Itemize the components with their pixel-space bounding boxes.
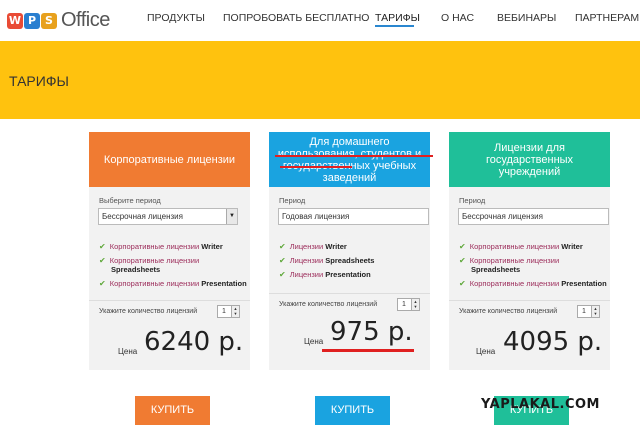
price-value: 6240 р. — [144, 327, 244, 357]
quantity-row: Укажите количество лицензий 1 ▲ ▼ — [89, 300, 250, 318]
buy-button-home[interactable]: КУПИТЬ — [315, 396, 390, 425]
period-label: Выберите период — [99, 196, 161, 205]
page-title: ТАРИФЫ — [9, 73, 69, 89]
quantity-stepper[interactable]: 1 ▲ ▼ — [577, 305, 600, 318]
spinner-icon: ▲ ▼ — [591, 306, 599, 317]
price-value: 4095 р. — [503, 327, 603, 357]
feature-item: ✔ Корпоративные лицензии Presentation — [99, 279, 247, 288]
quantity-row: Укажите количество лицензий 1 ▲ ▼ — [449, 300, 610, 318]
plan-card-header: Лицензии для государственных учреждений — [449, 132, 610, 187]
price-label: Цена — [304, 337, 324, 346]
watermark-text: YAPLAKAL.COM — [481, 397, 600, 412]
red-annotation-line — [280, 166, 352, 168]
red-annotation-line — [275, 155, 433, 157]
red-annotation-line — [322, 349, 414, 352]
feature-item: ✔ Корпоративные лицензии Writer — [99, 242, 223, 251]
feature-item: ✔ Корпоративные лицензии Spreadsheets — [99, 256, 200, 274]
check-icon: ✔ — [279, 270, 286, 279]
price-label: Цена — [476, 347, 496, 356]
nav-pricing[interactable]: ТАРИФЫ — [375, 12, 420, 24]
check-icon: ✔ — [279, 242, 286, 251]
nav-partners[interactable]: ПАРТНЕРАМ — [575, 12, 639, 24]
nav-about[interactable]: О НАС — [441, 12, 474, 24]
quantity-label: Укажите количество лицензий — [459, 308, 558, 315]
check-icon: ✔ — [279, 256, 286, 265]
nav-try-free[interactable]: ПОПРОБОВАТЬ БЕСПЛАТНО — [223, 12, 369, 24]
nav-products[interactable]: ПРОДУКТЫ — [147, 12, 205, 24]
check-icon: ✔ — [99, 256, 106, 265]
active-nav-underline — [375, 25, 414, 27]
period-select[interactable]: Бессрочная лицензия ▼ — [98, 208, 238, 225]
period-select[interactable]: Бессрочная лицензия — [458, 208, 609, 225]
price-value: 975 р. — [330, 317, 413, 347]
plan-card-header: Корпоративные лицензии — [89, 132, 250, 187]
quantity-label: Укажите количество лицензий — [279, 301, 378, 308]
plan-card-header: Для домашнего использования, студентов и… — [269, 132, 430, 187]
quantity-label: Укажите количество лицензий — [99, 308, 198, 315]
feature-item: ✔ Лицензии Writer — [279, 242, 347, 251]
check-icon: ✔ — [459, 242, 466, 251]
top-bar: W P S Office ПРОДУКТЫ ПОПРОБОВАТЬ БЕСПЛА… — [0, 0, 640, 41]
check-icon: ✔ — [459, 279, 466, 288]
buy-button-corporate[interactable]: КУПИТЬ — [135, 396, 210, 425]
feature-item: ✔ Корпоративные лицензии Spreadsheets — [459, 256, 560, 274]
feature-item: ✔ Корпоративные лицензии Writer — [459, 242, 583, 251]
nav-webinars[interactable]: ВЕБИНАРЫ — [497, 12, 556, 24]
spinner-icon: ▲ ▼ — [411, 299, 419, 310]
plan-card-government: Лицензии для государственных учреждений … — [449, 132, 610, 370]
feature-item: ✔ Корпоративные лицензии Presentation — [459, 279, 607, 288]
period-label: Период — [459, 196, 486, 205]
page-banner: ТАРИФЫ — [0, 41, 640, 119]
check-icon: ✔ — [459, 256, 466, 265]
main-nav: ПРОДУКТЫ ПОПРОБОВАТЬ БЕСПЛАТНО ТАРИФЫ О … — [0, 12, 640, 32]
quantity-stepper[interactable]: 1 ▲ ▼ — [397, 298, 420, 311]
spinner-icon: ▲ ▼ — [231, 306, 239, 317]
feature-item: ✔ Лицензии Presentation — [279, 270, 371, 279]
feature-item: ✔ Лицензии Spreadsheets — [279, 256, 375, 265]
period-label: Период — [279, 196, 306, 205]
quantity-row: Укажите количество лицензий 1 ▲ ▼ — [269, 293, 430, 311]
quantity-stepper[interactable]: 1 ▲ ▼ — [217, 305, 240, 318]
chevron-down-icon[interactable]: ▼ — [226, 209, 237, 224]
period-select[interactable]: Годовая лицензия — [278, 208, 429, 225]
check-icon: ✔ — [99, 242, 106, 251]
plan-card-corporate: Корпоративные лицензии Выберите период Б… — [89, 132, 250, 370]
price-label: Цена — [118, 347, 138, 356]
check-icon: ✔ — [99, 279, 106, 288]
